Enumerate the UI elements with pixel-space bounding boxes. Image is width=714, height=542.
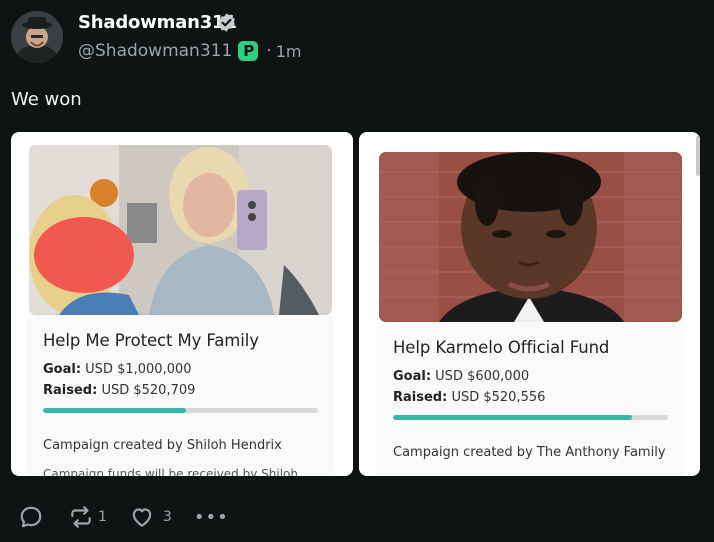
- verified-badge-icon: [218, 13, 235, 32]
- campaign-creator: Campaign created by Shiloh Hendrix: [43, 438, 282, 453]
- campaign-title[interactable]: Help Karmelo Official Fund: [393, 338, 609, 357]
- goal-row: Goal: USD $1,000,000: [43, 362, 192, 377]
- embed-scrollbar[interactable]: [696, 136, 700, 176]
- raised-label: Raised:: [393, 390, 448, 405]
- timestamp[interactable]: 1m: [276, 42, 302, 61]
- campaign-info: Help Karmelo Official Fund Goal: USD $60…: [379, 322, 682, 476]
- raised-value: USD $520,556: [451, 390, 546, 405]
- campaign-info: Help Me Protect My Family Goal: USD $1,0…: [29, 315, 332, 476]
- goal-label: Goal:: [393, 369, 432, 384]
- post-actions: 1 3 •••: [18, 505, 229, 529]
- like-count: 3: [162, 509, 172, 525]
- raised-row: Raised: USD $520,556: [393, 390, 545, 405]
- progress-fill: [393, 415, 633, 420]
- post-meta: @Shadowman311 P · 1m: [78, 41, 301, 61]
- goal-value: USD $600,000: [435, 369, 530, 384]
- repost-button[interactable]: 1: [68, 504, 107, 530]
- post-text: We won: [11, 89, 82, 110]
- display-name[interactable]: Shadowman311: [78, 12, 237, 33]
- progress-bar: [43, 408, 318, 413]
- more-options-icon: •••: [193, 506, 229, 528]
- avatar[interactable]: [11, 11, 63, 63]
- campaign-card[interactable]: Help Karmelo Official Fund Goal: USD $60…: [359, 132, 700, 476]
- handle[interactable]: @Shadowman311: [78, 41, 232, 61]
- campaign-creator: Campaign created by The Anthony Family: [393, 445, 666, 460]
- raised-value: USD $520,709: [101, 383, 196, 398]
- campaign-card[interactable]: Help Me Protect My Family Goal: USD $1,0…: [11, 132, 353, 476]
- meta-separator: ·: [266, 41, 272, 61]
- progress-fill: [43, 408, 186, 413]
- repost-count: 1: [98, 509, 107, 525]
- platform-badge-letter: P: [243, 42, 255, 60]
- campaign-photo[interactable]: [379, 152, 682, 322]
- goal-row: Goal: USD $600,000: [393, 369, 529, 384]
- heart-icon: [132, 508, 152, 527]
- campaign-title[interactable]: Help Me Protect My Family: [43, 331, 259, 350]
- progress-bar: [393, 415, 668, 420]
- goal-value: USD $1,000,000: [85, 362, 192, 377]
- campaign-photo[interactable]: [29, 145, 332, 315]
- reply-button[interactable]: [18, 504, 44, 530]
- campaign-description-truncated: Campaign funds will be received by Shilo…: [43, 467, 298, 476]
- like-button[interactable]: 3: [129, 504, 172, 530]
- raised-row: Raised: USD $520,709: [43, 383, 195, 398]
- platform-badge-icon: P: [238, 41, 259, 61]
- raised-label: Raised:: [43, 383, 98, 398]
- more-options-button[interactable]: •••: [194, 507, 229, 528]
- goal-label: Goal:: [43, 362, 82, 377]
- repost-icon: [71, 506, 91, 528]
- reply-icon: [20, 506, 42, 528]
